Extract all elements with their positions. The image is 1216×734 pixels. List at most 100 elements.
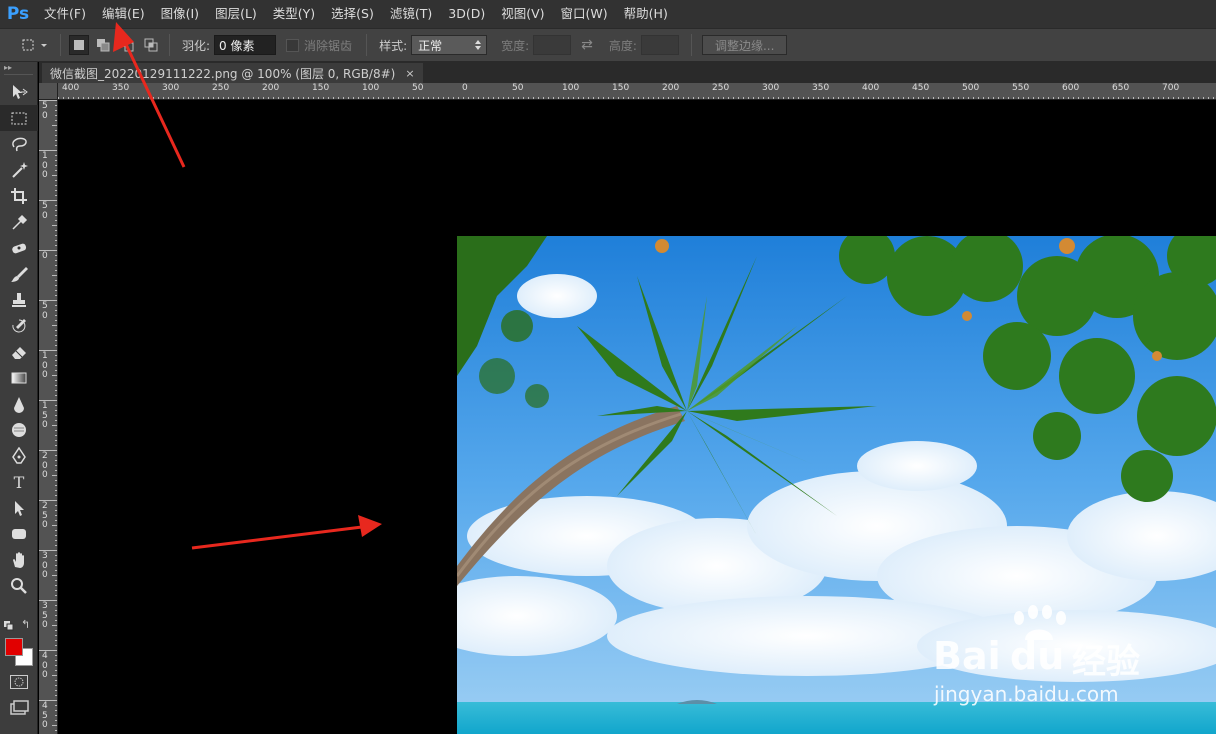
hand-tool[interactable]	[0, 547, 38, 573]
screen-mode-button[interactable]	[9, 700, 29, 719]
brush-tool[interactable]	[0, 261, 38, 287]
swap-icon[interactable]: ⇄	[581, 37, 593, 53]
reset-colors-icon[interactable]	[4, 620, 14, 631]
intersect-selection-icon	[144, 38, 158, 52]
eyedropper-tool[interactable]	[0, 209, 38, 235]
gradient-tool[interactable]	[0, 365, 38, 391]
ruler-label: 650	[1112, 83, 1130, 93]
horizontal-ruler-ticks	[58, 97, 1214, 99]
menu-image[interactable]: 图像(I)	[153, 0, 207, 28]
menu-help[interactable]: 帮助(H)	[616, 0, 676, 28]
dodge-icon	[12, 423, 26, 437]
ruler-label: 4 5 0	[42, 701, 48, 730]
ruler-label: 200	[662, 83, 680, 93]
style-select[interactable]: 正常	[411, 35, 488, 55]
separator	[366, 34, 368, 56]
menu-type[interactable]: 类型(Y)	[265, 0, 323, 28]
eraser-tool[interactable]	[0, 339, 38, 365]
eraser-icon	[12, 347, 26, 359]
ruler-label: 0	[462, 83, 468, 93]
menu-window[interactable]: 窗口(W)	[553, 0, 616, 28]
ruler-label: 300	[762, 83, 780, 93]
lasso-icon	[12, 137, 27, 152]
blur-tool[interactable]	[0, 391, 38, 417]
shape-tool[interactable]	[0, 521, 38, 547]
path-selection-tool[interactable]	[0, 495, 38, 521]
ruler-label: 1 0 0	[42, 151, 48, 180]
crop-tool[interactable]	[0, 183, 38, 209]
close-tab-icon[interactable]: ×	[405, 67, 414, 80]
document-canvas[interactable]: Bai du 经验 jingyan.baidu.com	[59, 101, 1216, 734]
ruler-label: 0	[42, 251, 48, 261]
ruler-label: 300	[162, 83, 180, 93]
antialias-checkbox[interactable]	[286, 38, 300, 52]
menu-edit[interactable]: 编辑(E)	[94, 0, 153, 28]
feather-input[interactable]: 0 像素	[214, 35, 277, 55]
quick-mask-button[interactable]	[10, 675, 28, 689]
tool-preset-picker[interactable]	[14, 32, 54, 58]
document-tab-bar: 微信截图_20220129111222.png @ 100% (图层 0, RG…	[39, 62, 1216, 83]
menu-select[interactable]: 选择(S)	[323, 0, 382, 28]
ruler-origin[interactable]	[39, 83, 58, 100]
ruler-label: 100	[562, 83, 580, 93]
move-tool[interactable]	[0, 79, 38, 105]
watermark-brand: Bai	[933, 634, 1001, 678]
healing-brush-tool[interactable]	[0, 235, 38, 261]
ruler-label: 50	[412, 83, 424, 93]
watermark-brand-du: du	[1010, 634, 1065, 678]
crop-icon	[11, 188, 27, 204]
lasso-tool[interactable]	[0, 131, 38, 157]
hand-icon	[13, 552, 24, 568]
width-input[interactable]	[533, 35, 572, 55]
new-selection-icon	[74, 40, 84, 50]
add-to-selection-button[interactable]	[93, 35, 113, 55]
blur-icon	[14, 397, 24, 413]
vertical-ruler[interactable]: 5 0 1 0 0 5 0 0 5 0 1 0 0 1 5 0 2 0 0 2 5 0 3 0 0…	[39, 100, 58, 734]
beach-palm-image: Bai du 经验 jingyan.baidu.com	[457, 236, 1216, 734]
marquee-icon	[11, 112, 27, 125]
subtract-from-selection-button[interactable]	[117, 35, 137, 55]
gradient-icon	[11, 372, 27, 384]
ruler-label: 350	[112, 83, 130, 93]
watermark-brand-cn: 经验	[1072, 642, 1140, 682]
marquee-tool[interactable]	[0, 105, 38, 131]
zoom-tool[interactable]	[0, 573, 38, 599]
intersect-selection-button[interactable]	[141, 35, 161, 55]
menu-3d[interactable]: 3D(D)	[440, 0, 493, 28]
document-tab-title: 微信截图_20220129111222.png @ 100% (图层 0, RG…	[50, 66, 396, 81]
default-colors-icon	[4, 621, 14, 631]
magic-wand-icon	[12, 162, 28, 178]
ruler-label: 3 0 0	[42, 551, 48, 580]
pen-tool[interactable]	[0, 443, 38, 469]
add-selection-icon	[97, 39, 110, 52]
clone-stamp-tool[interactable]	[0, 287, 38, 313]
zoom-icon	[11, 578, 27, 594]
foreground-color-swatch[interactable]	[5, 638, 23, 656]
ruler-label: 2 5 0	[42, 501, 48, 530]
type-tool[interactable]: T	[0, 469, 38, 495]
stamp-icon	[12, 293, 26, 307]
ruler-label: 250	[712, 83, 730, 93]
horizontal-ruler[interactable]: 400 350 300 250 200 150 100 50 0 50 100 150 200 250 30…	[58, 83, 1216, 100]
swap-colors-icon[interactable]: ↰	[21, 618, 30, 631]
ruler-label: 550	[1012, 83, 1030, 93]
document-tab[interactable]: 微信截图_20220129111222.png @ 100% (图层 0, RG…	[42, 63, 423, 83]
refine-edge-button[interactable]: 调整边缘...	[701, 35, 788, 55]
history-brush-icon	[12, 319, 26, 333]
new-selection-button[interactable]	[69, 35, 89, 55]
menu-filter[interactable]: 滤镜(T)	[382, 0, 440, 28]
dodge-tool[interactable]	[0, 417, 38, 443]
menu-layer[interactable]: 图层(L)	[207, 0, 265, 28]
feather-label: 羽化:	[182, 38, 211, 53]
tools-panel: ▸▸ T	[0, 62, 38, 734]
magic-wand-tool[interactable]	[0, 157, 38, 183]
panel-collapse-icon[interactable]: ▸▸	[0, 62, 37, 74]
menu-bar: Ps 文件(F) 编辑(E) 图像(I) 图层(L) 类型(Y) 选择(S) 滤…	[0, 0, 1216, 28]
style-value: 正常	[418, 38, 443, 53]
history-brush-tool[interactable]	[0, 313, 38, 339]
height-input[interactable]	[640, 35, 679, 55]
menu-view[interactable]: 视图(V)	[493, 0, 552, 28]
menu-file[interactable]: 文件(F)	[36, 0, 94, 28]
photoshop-logo: Ps	[6, 4, 30, 24]
path-arrow-icon	[15, 501, 24, 516]
